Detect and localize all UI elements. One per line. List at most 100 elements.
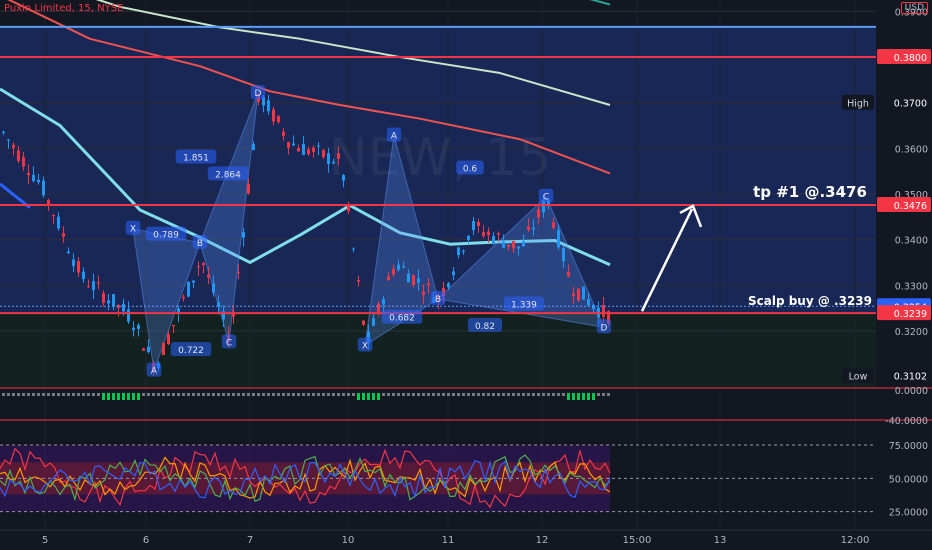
histogram-bar: [152, 393, 155, 396]
histogram-bar: [112, 393, 115, 400]
ratio-label: 2.864: [215, 170, 241, 180]
candle-body: [297, 148, 300, 152]
histogram-bar: [197, 393, 200, 396]
histogram-bar: [557, 393, 560, 396]
histogram-bar: [217, 393, 220, 396]
candle-body: [522, 241, 525, 247]
chart-canvas[interactable]: NEW, 15 D X A B C A X B C D 1.851 2.864 0.789 0.722 0.6…: [0, 0, 932, 550]
pattern-point-label: D: [601, 323, 608, 333]
candle-body: [587, 298, 590, 306]
histogram-bar: [332, 393, 335, 396]
candle-body: [282, 131, 285, 136]
ratio-label: 0.82: [475, 322, 495, 332]
price-tick: 0.3300: [895, 281, 928, 292]
histogram-bar: [342, 393, 345, 396]
histogram-bar: [567, 393, 570, 400]
candle-body: [82, 271, 85, 279]
candle-body: [92, 281, 95, 291]
candle-body: [392, 268, 395, 275]
candle-body: [252, 144, 255, 151]
currency-badge[interactable]: USD: [900, 2, 928, 14]
price-marker: 0.3239: [894, 309, 927, 320]
histogram-bar: [202, 393, 205, 396]
histogram-bar: [437, 393, 440, 396]
price-marker: 0.3800: [894, 53, 927, 64]
candle-body: [307, 149, 310, 155]
histogram-bar: [137, 393, 140, 400]
candle-body: [272, 109, 275, 122]
histogram-bar: [77, 393, 80, 396]
histogram-bar: [2, 393, 5, 396]
histogram-bar: [82, 393, 85, 396]
candle-body: [362, 320, 365, 325]
histogram-bar: [57, 393, 60, 396]
candle-body: [592, 304, 595, 309]
histogram-bar: [602, 393, 605, 396]
candle-body: [552, 222, 555, 228]
candle-body: [267, 100, 270, 112]
candle-body: [357, 280, 360, 282]
candle-body: [197, 266, 200, 268]
candle-body: [372, 318, 375, 326]
candle-body: [422, 291, 425, 295]
histogram-bar: [127, 393, 130, 400]
candle-body: [312, 147, 315, 152]
histogram-bar: [287, 393, 290, 396]
price-marker: 0.3700: [894, 99, 927, 110]
histogram-bar: [352, 393, 355, 396]
candle-body: [87, 286, 90, 288]
chart-title: Puxin Limited, 15, NYSE: [4, 3, 124, 14]
histogram-bar: [417, 393, 420, 396]
pattern-point-label: A: [391, 132, 398, 142]
candle-body: [127, 309, 130, 322]
histogram-bar: [67, 393, 70, 396]
histogram-bar: [542, 393, 545, 396]
histogram-bar: [467, 393, 470, 396]
histogram-bar: [97, 393, 100, 396]
histogram-bar: [32, 393, 35, 396]
candle-body: [537, 209, 540, 218]
time-tick: 11: [442, 535, 455, 546]
candle-body: [97, 282, 100, 284]
candle-body: [162, 343, 165, 356]
histogram-bar: [237, 393, 240, 396]
price-tick: 0.3400: [895, 236, 928, 247]
histogram-bar: [527, 393, 530, 396]
candle-body: [397, 264, 400, 270]
histogram-bar: [317, 393, 320, 396]
candle-body: [402, 266, 405, 268]
candle-body: [477, 222, 480, 227]
histogram-bar: [27, 393, 30, 396]
candle-body: [242, 231, 245, 238]
candle-body: [517, 246, 520, 249]
histogram-bar: [427, 393, 430, 396]
candle-body: [167, 334, 170, 345]
candle-body: [137, 325, 140, 329]
histogram-bar: [272, 393, 275, 396]
lower-zone: [0, 313, 876, 388]
histogram-bar: [507, 393, 510, 396]
histogram-bar: [547, 393, 550, 396]
candle-body: [112, 294, 115, 307]
candle-body: [332, 161, 335, 164]
tp-annotation: tp #1 @.3476: [753, 183, 867, 201]
candle-body: [57, 216, 60, 229]
histogram-bar: [107, 393, 110, 400]
histogram-bar: [402, 393, 405, 396]
histogram-bar: [307, 393, 310, 396]
histogram-bar: [312, 393, 315, 396]
histogram-bar: [562, 393, 565, 396]
candle-body: [102, 293, 105, 303]
candle-body: [557, 229, 560, 248]
candle-body: [7, 139, 10, 141]
histogram-bar: [182, 393, 185, 396]
time-tick: 12:00: [841, 535, 870, 546]
candle-body: [207, 274, 210, 278]
pattern-point-label: C: [543, 193, 549, 203]
histogram-bar: [512, 393, 515, 396]
histogram-bar: [407, 393, 410, 396]
time-tick: 7: [247, 535, 253, 546]
histogram-bar: [487, 393, 490, 396]
candle-body: [527, 226, 530, 230]
candle-body: [72, 259, 75, 267]
